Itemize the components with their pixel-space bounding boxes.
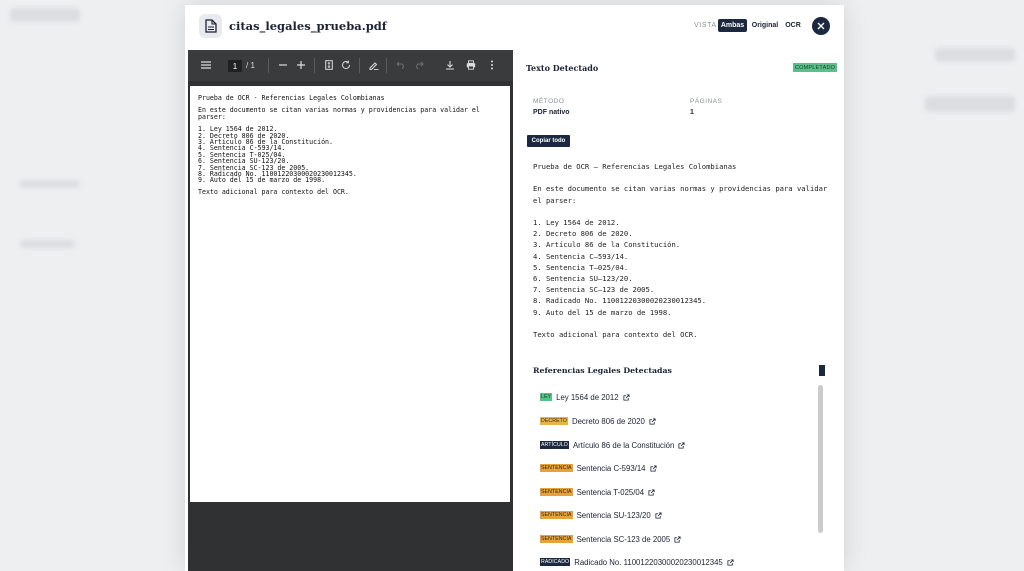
reference-type-badge: LEY [540, 393, 553, 401]
annotate-icon[interactable] [368, 59, 380, 71]
redo-icon[interactable] [413, 59, 425, 71]
external-link-icon[interactable] [649, 464, 657, 472]
print-icon[interactable] [465, 59, 477, 71]
reference-type-badge: DECRETO [540, 417, 568, 425]
close-button[interactable] [812, 17, 830, 35]
ocr-list-item: 7. Sentencia SC–123 de 2005. [533, 285, 655, 295]
reference-link-text[interactable]: Sentencia SC-123 de 2005 [577, 535, 671, 544]
legal-reference-item[interactable]: SENTENCIA Sentencia SC-123 de 2005 [540, 533, 681, 545]
copy-all-button[interactable]: Copiar todo [527, 135, 570, 147]
method-label: MÉTODO [533, 98, 565, 105]
legal-reference-item[interactable]: SENTENCIA Sentencia SU-123/20 [540, 509, 662, 521]
view-option-both[interactable]: Ambas [718, 19, 747, 32]
modal-title: citas_legales_prueba.pdf [229, 19, 387, 33]
reference-link-text[interactable]: Radicado No. 11001220300020230012345 [574, 558, 723, 567]
ocr-list-item: 2. Decreto 806 de 2020. [533, 229, 633, 239]
legal-reference-item[interactable]: LEY Ley 1564 de 2012 [540, 391, 630, 403]
method-value: PDF nativo [533, 109, 570, 116]
external-link-icon[interactable] [655, 511, 662, 519]
references-scrollbar[interactable] [818, 385, 823, 533]
toolbar-divider [314, 58, 315, 73]
pages-value: 1 [690, 109, 694, 116]
pdf-footer-line: Texto adicional para contexto del OCR. [198, 187, 349, 196]
external-link-icon[interactable] [727, 558, 734, 566]
external-link-icon[interactable] [648, 488, 655, 496]
ocr-intro-line: En este documento se citan varias normas… [533, 184, 828, 194]
legal-reference-item[interactable]: ARTÍCULO Artículo 86 de la Constitución [540, 439, 685, 451]
legal-reference-item[interactable]: RADICADO Radicado No. 1100122030002023001… [540, 556, 734, 568]
external-link-icon[interactable] [649, 417, 656, 425]
ocr-list-item: 9. Auto del 15 de marzo de 1998. [533, 307, 672, 317]
background-button [925, 96, 1015, 112]
panel-title: Texto Detectado [526, 63, 599, 73]
document-icon [199, 14, 222, 38]
more-options-icon[interactable] [486, 59, 498, 71]
reference-type-badge: SENTENCIA [540, 511, 573, 519]
fit-page-icon[interactable] [323, 59, 335, 71]
legal-reference-item[interactable]: DECRETO Decreto 806 de 2020 [540, 415, 656, 427]
ocr-list-item: 1. Ley 1564 de 2012. [533, 217, 620, 227]
ocr-list-item: 4. Sentencia C–593/14. [533, 251, 629, 261]
reference-link-text[interactable]: Artículo 86 de la Constitución [573, 441, 674, 450]
reference-link-text[interactable]: Ley 1564 de 2012 [556, 393, 618, 402]
toolbar-divider [268, 58, 269, 73]
download-icon[interactable] [444, 59, 456, 71]
background-text [20, 240, 75, 248]
toolbar-divider [359, 58, 360, 73]
menu-icon[interactable] [200, 59, 212, 71]
reference-link-text[interactable]: Decreto 806 de 2020 [572, 417, 645, 426]
ocr-list-item: 5. Sentencia T–025/04. [533, 262, 629, 272]
pdf-intro-line: En este documento se citan varias normas… [198, 106, 480, 121]
ocr-intro-line: el parser: [533, 195, 577, 205]
reference-type-badge: SENTENCIA [540, 464, 573, 472]
rotate-icon[interactable] [340, 59, 352, 71]
modal-header: citas_legales_prueba.pdf VISTA Ambas Ori… [185, 5, 844, 50]
zoom-out-icon[interactable] [277, 59, 289, 71]
legal-references-title: Referencias Legales Detectadas [533, 366, 672, 375]
zoom-in-icon[interactable] [295, 59, 307, 71]
reference-type-badge: SENTENCIA [540, 488, 573, 496]
legal-reference-item[interactable]: SENTENCIA Sentencia T-025/04 [540, 486, 655, 498]
pdf-toolbar: 1 / 1 [188, 50, 513, 81]
reference-type-badge: SENTENCIA [540, 535, 573, 543]
reference-type-badge: RADICADO [540, 558, 571, 566]
ocr-text-block: Prueba de OCR – Referencias Legales Colo… [533, 161, 833, 340]
collapse-toggle[interactable] [819, 365, 825, 376]
reference-link-text[interactable]: Sentencia C-593/14 [577, 464, 646, 473]
background-logo [10, 8, 80, 22]
view-option-original[interactable]: Original [750, 19, 780, 32]
ocr-list-item: 8. Radicado No. 11001220300020230012345. [533, 296, 707, 306]
legal-reference-item[interactable]: SENTENCIA Sentencia C-593/14 [540, 462, 657, 474]
detected-text-panel: Texto Detectado COMPLETADO MÉTODO PDF na… [518, 50, 844, 571]
page-number-input[interactable]: 1 [228, 60, 242, 72]
background-text [20, 180, 80, 188]
ocr-list-item: 3. Artículo 86 de la Constitución. [533, 240, 681, 250]
close-icon [817, 22, 825, 30]
document-modal: citas_legales_prueba.pdf VISTA Ambas Ori… [185, 5, 844, 571]
pdf-viewer: 1 / 1 Prueba de OCR - Referencias Legale… [188, 50, 513, 571]
ocr-title-line: Prueba de OCR – Referencias Legales Colo… [533, 162, 737, 171]
reference-link-text[interactable]: Sentencia SU-123/20 [577, 511, 651, 520]
reference-type-badge: ARTÍCULO [540, 441, 569, 449]
view-option-ocr[interactable]: OCR [783, 19, 803, 32]
status-badge: COMPLETADO [793, 63, 838, 72]
view-label: VISTA [694, 22, 717, 29]
ocr-footer-line: Texto adicional para contexto del OCR. [533, 330, 698, 339]
external-link-icon[interactable] [623, 393, 630, 401]
undo-icon[interactable] [395, 59, 407, 71]
ocr-list-item: 6. Sentencia SU–123/20. [533, 274, 633, 283]
page-total: / 1 [246, 61, 255, 70]
pdf-page: Prueba de OCR - Referencias Legales Colo… [190, 86, 510, 502]
external-link-icon[interactable] [674, 535, 681, 543]
reference-link-text[interactable]: Sentencia T-025/04 [577, 488, 644, 497]
external-link-icon[interactable] [678, 441, 685, 449]
pages-label: PÁGINAS [690, 98, 723, 105]
background-header-item [935, 48, 1015, 62]
toolbar-divider [386, 58, 387, 73]
